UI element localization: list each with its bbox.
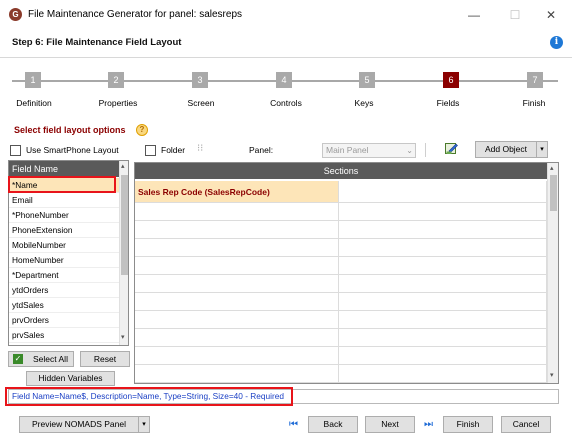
grid-cell[interactable] — [339, 275, 547, 293]
grid-cell[interactable] — [339, 365, 547, 383]
scroll-down-icon[interactable]: ▾ — [550, 371, 554, 379]
hidden-variables-button[interactable]: Hidden Variables — [26, 371, 115, 386]
step-1-box[interactable]: 1 — [25, 72, 41, 88]
grid-cell[interactable] — [339, 239, 547, 257]
smartphone-layout-label: Use SmartPhone Layout — [26, 145, 119, 155]
folder-label: Folder — [161, 145, 186, 155]
step-title: Step 6: File Maintenance Field Layout — [12, 37, 182, 48]
step-2-label: Properties — [98, 98, 138, 108]
cancel-button[interactable]: Cancel — [501, 416, 551, 433]
list-item[interactable]: prvSales — [9, 328, 119, 343]
step-6-label: Fields — [436, 98, 460, 108]
smartphone-layout-checkbox[interactable] — [10, 145, 21, 156]
panel-select-value: Main Panel — [326, 145, 369, 155]
list-item[interactable]: Email — [9, 193, 119, 208]
grid-cell[interactable] — [339, 293, 547, 311]
window-title: File Maintenance Generator for panel: sa… — [28, 9, 243, 20]
select-all-label: Select All — [33, 354, 68, 364]
info-icon[interactable]: i — [550, 36, 563, 49]
grid-cell[interactable] — [135, 365, 339, 383]
preview-nomads-button[interactable]: Preview NOMADS Panel ▾ — [19, 416, 150, 433]
step-6-box[interactable]: 6 — [443, 72, 459, 88]
grid-cell[interactable] — [339, 221, 547, 239]
scrollbar-thumb[interactable] — [550, 175, 557, 211]
list-item[interactable]: *Department — [9, 268, 119, 283]
field-list-header: Field Name — [9, 161, 119, 177]
grid-cell[interactable] — [135, 257, 339, 275]
panel-label: Panel: — [249, 145, 274, 155]
grid-cell[interactable] — [339, 181, 547, 203]
step-2-box[interactable]: 2 — [108, 72, 124, 88]
panel-select[interactable]: Main Panel ⌄ — [322, 143, 416, 158]
status-highlight — [5, 387, 293, 406]
chevron-down-icon[interactable]: ▾ — [536, 142, 547, 157]
field-list-scrollbar[interactable]: ▴ ▾ — [119, 161, 128, 345]
grid-cell[interactable] — [339, 347, 547, 365]
list-item[interactable]: prvOrders — [9, 313, 119, 328]
scrollbar-thumb[interactable] — [121, 175, 128, 275]
minimize-icon[interactable]: — — [464, 6, 484, 24]
grid-cell[interactable] — [135, 311, 339, 329]
grid-cell[interactable] — [339, 203, 547, 221]
sections-header: Sections — [135, 163, 547, 179]
add-object-button[interactable]: Add Object ▾ — [475, 141, 548, 158]
folder-icon: ⁝⁝ — [197, 143, 204, 154]
reset-button[interactable]: Reset — [80, 351, 130, 367]
step-7-box[interactable]: 7 — [527, 72, 543, 88]
next-button[interactable]: Next — [365, 416, 415, 433]
help-icon[interactable]: ? — [136, 124, 148, 136]
finish-button[interactable]: Finish — [443, 416, 493, 433]
close-icon[interactable]: ✕ — [541, 6, 561, 24]
list-item[interactable]: HomeNumber — [9, 253, 119, 268]
step-4-box[interactable]: 4 — [276, 72, 292, 88]
grid-cell[interactable] — [135, 203, 339, 221]
checkmark-icon: ✓ — [13, 354, 23, 364]
folder-checkbox[interactable] — [145, 145, 156, 156]
grid-cell[interactable] — [135, 239, 339, 257]
sections-scrollbar[interactable]: ▴ ▾ — [547, 163, 558, 383]
edit-object-icon[interactable] — [444, 141, 459, 156]
step-4-label: Controls — [270, 98, 302, 108]
section-label: Select field layout options — [14, 125, 126, 135]
select-all-button[interactable]: ✓ Select All — [8, 351, 74, 367]
grid-cell[interactable] — [135, 347, 339, 365]
selected-field-highlight — [8, 176, 116, 193]
grid-cell[interactable] — [339, 311, 547, 329]
first-page-icon[interactable]: ⏮ — [289, 419, 298, 430]
grid-cell-salesrepcode[interactable]: Sales Rep Code (SalesRepCode) — [135, 181, 339, 203]
add-object-label: Add Object — [484, 144, 528, 154]
grid-cell[interactable] — [339, 329, 547, 347]
step-1-label: Definition — [16, 98, 52, 108]
list-item[interactable]: MobileNumber — [9, 238, 119, 253]
step-7-label: Finish — [522, 98, 546, 108]
list-item[interactable]: ytdOrders — [9, 283, 119, 298]
toolbar-divider — [425, 143, 426, 157]
grid-cell[interactable] — [135, 293, 339, 311]
grid-cell[interactable] — [135, 221, 339, 239]
grid-cell[interactable] — [339, 257, 547, 275]
sections-grid[interactable]: Sections Sales Rep Code (SalesRepCode) ▴… — [134, 162, 559, 384]
step-5-box[interactable]: 5 — [359, 72, 375, 88]
chevron-down-icon[interactable]: ▾ — [138, 417, 149, 432]
back-button[interactable]: Back — [308, 416, 358, 433]
scroll-down-icon[interactable]: ▾ — [121, 333, 125, 341]
wizard-steps — [0, 59, 572, 117]
grid-cell[interactable] — [135, 275, 339, 293]
step-3-box[interactable]: 3 — [192, 72, 208, 88]
list-item[interactable]: ytdSales — [9, 298, 119, 313]
preview-label: Preview NOMADS Panel — [31, 419, 126, 429]
grid-cell[interactable] — [135, 329, 339, 347]
scroll-up-icon[interactable]: ▴ — [121, 162, 125, 170]
step-5-label: Keys — [354, 98, 374, 108]
list-item[interactable]: *PhoneNumber — [9, 208, 119, 223]
app-icon: G — [9, 8, 22, 21]
chevron-down-icon: ⌄ — [406, 146, 413, 155]
scroll-up-icon[interactable]: ▴ — [550, 164, 554, 172]
list-item[interactable]: PhoneExtension — [9, 223, 119, 238]
maximize-icon[interactable]: ☐ — [505, 6, 525, 24]
last-page-icon[interactable]: ⏭ — [424, 419, 433, 430]
step-3-label: Screen — [187, 98, 215, 108]
